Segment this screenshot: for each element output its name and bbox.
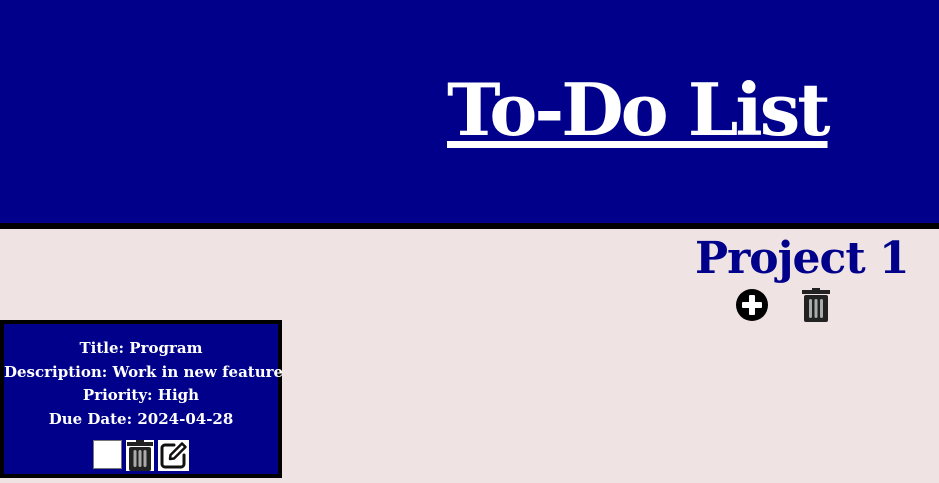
header: To-Do List (0, 0, 939, 229)
add-task-button[interactable] (735, 288, 769, 322)
task-priority: Priority: High (82, 386, 200, 404)
task-complete-checkbox[interactable] (93, 440, 122, 469)
project-title[interactable]: Project 1 (695, 232, 910, 286)
task-title: Title: Program (79, 339, 203, 357)
task-description: Description: Work in new feature (4, 362, 284, 381)
task-due-date: Due Date: 2024-04-28 (48, 409, 234, 428)
plus-circle-icon (736, 289, 768, 321)
task-actions (93, 440, 193, 471)
app-title: To-Do List (447, 67, 831, 152)
trash-icon (127, 440, 153, 471)
delete-task-button[interactable] (126, 440, 154, 471)
task-card: Title: Program Description: Work in new … (0, 320, 284, 478)
edit-task-button[interactable] (158, 440, 189, 471)
edit-icon (160, 442, 187, 469)
delete-project-button[interactable] (802, 288, 830, 322)
trash-icon (802, 288, 830, 322)
